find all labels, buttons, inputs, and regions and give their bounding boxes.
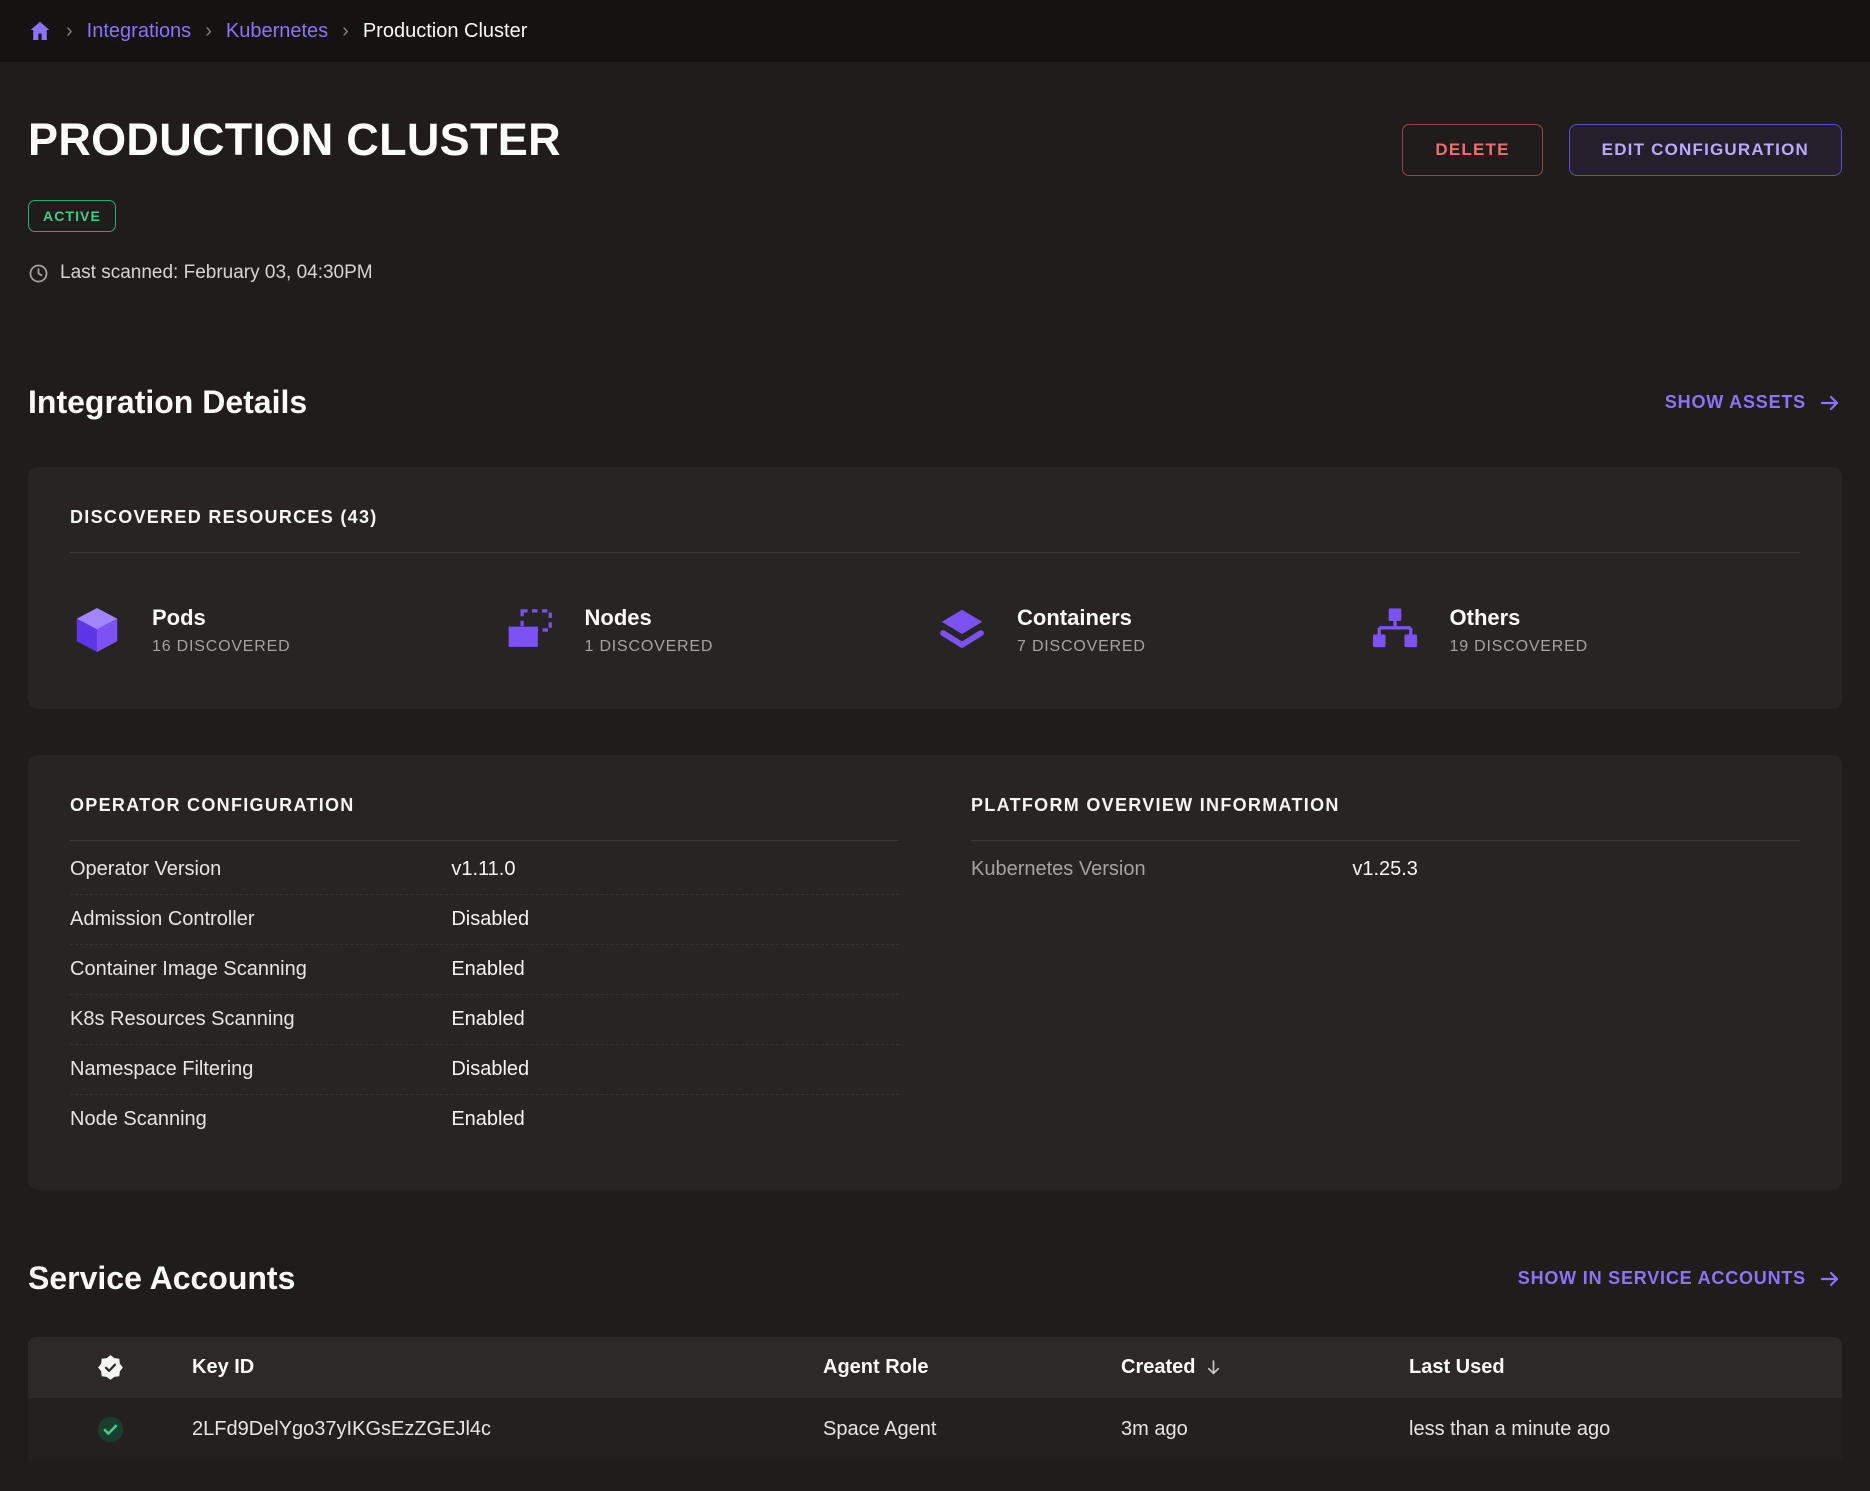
config-row: Admission Controller Disabled: [70, 895, 899, 945]
arrow-right-icon: [1818, 1267, 1842, 1291]
divider: [70, 552, 1800, 553]
check-circle-icon: [96, 1415, 125, 1444]
breadcrumb-separator: ›: [342, 20, 349, 43]
config-row: Namespace Filtering Disabled: [70, 1045, 899, 1095]
cell-created: 3m ago: [1121, 1418, 1409, 1441]
breadcrumb-link-kubernetes[interactable]: Kubernetes: [226, 20, 328, 43]
resource-count: 1 DISCOVERED: [585, 638, 714, 656]
integration-details-header: Integration Details SHOW ASSETS: [28, 384, 1842, 421]
delete-button[interactable]: DELETE: [1402, 124, 1542, 176]
divider: [971, 840, 1800, 841]
platform-overview-rows: Kubernetes Version v1.25.3: [971, 845, 1800, 894]
discovered-resources-card: DISCOVERED RESOURCES (43) Pods 16 DISCOV…: [28, 467, 1842, 709]
configuration-card: OPERATOR CONFIGURATION Operator Version …: [28, 755, 1842, 1190]
table-header-row: Key ID Agent Role Created Last Used: [28, 1337, 1842, 1397]
page-content: PRODUCTION CLUSTER DELETE EDIT CONFIGURA…: [0, 114, 1870, 1491]
operator-configuration-rows: Operator Version v1.11.0 Admission Contr…: [70, 845, 899, 1144]
page-title: PRODUCTION CLUSTER: [28, 114, 561, 166]
containers-icon: [935, 603, 989, 657]
clock-icon: [28, 263, 49, 284]
cell-key-id: 2LFd9DelYgo37yIKGsEzZGEJl4c: [192, 1418, 823, 1441]
others-icon: [1368, 603, 1422, 657]
breadcrumb-separator: ›: [66, 20, 73, 43]
resource-count: 16 DISCOVERED: [152, 638, 290, 656]
table-header-created[interactable]: Created: [1121, 1356, 1409, 1379]
config-value: Enabled: [451, 958, 899, 981]
platform-overview-title: PLATFORM OVERVIEW INFORMATION: [971, 795, 1800, 816]
badge-icon: [97, 1354, 124, 1381]
table-header-created-label: Created: [1121, 1356, 1195, 1379]
resource-nodes: Nodes 1 DISCOVERED: [503, 603, 936, 657]
table-header-last-used: Last Used: [1409, 1356, 1842, 1379]
config-label: Container Image Scanning: [70, 958, 451, 981]
resource-others: Others 19 DISCOVERED: [1368, 603, 1801, 657]
service-accounts-table: Key ID Agent Role Created Last Used 2LFd: [28, 1337, 1842, 1461]
platform-overview: PLATFORM OVERVIEW INFORMATION Kubernetes…: [971, 795, 1800, 894]
table-row[interactable]: 2LFd9DelYgo37yIKGsEzZGEJl4c Space Agent …: [28, 1397, 1842, 1461]
config-row: K8s Resources Scanning Enabled: [70, 995, 899, 1045]
config-label: Node Scanning: [70, 1108, 451, 1131]
divider: [70, 840, 899, 841]
edit-configuration-button[interactable]: EDIT CONFIGURATION: [1569, 124, 1842, 176]
discovered-resources-title: DISCOVERED RESOURCES (43): [70, 507, 1800, 528]
row-status-cell: [28, 1415, 192, 1444]
config-label: Kubernetes Version: [971, 858, 1352, 881]
badge-column-header: [28, 1354, 192, 1381]
show-assets-link[interactable]: SHOW ASSETS: [1665, 391, 1842, 415]
home-icon[interactable]: [28, 19, 52, 43]
config-label: Admission Controller: [70, 908, 451, 931]
config-value: v1.11.0: [451, 858, 899, 881]
config-label: Operator Version: [70, 858, 451, 881]
service-accounts-title: Service Accounts: [28, 1260, 295, 1297]
arrow-right-icon: [1818, 391, 1842, 415]
page-header: PRODUCTION CLUSTER DELETE EDIT CONFIGURA…: [28, 114, 1842, 176]
resource-name: Containers: [1017, 605, 1146, 631]
cell-agent-role: Space Agent: [823, 1418, 1121, 1441]
config-label: Namespace Filtering: [70, 1058, 451, 1081]
show-in-service-accounts-label: SHOW IN SERVICE ACCOUNTS: [1518, 1268, 1806, 1289]
cell-last-used: less than a minute ago: [1409, 1418, 1842, 1441]
status-badge: ACTIVE: [28, 200, 116, 232]
config-value: Disabled: [451, 1058, 899, 1081]
show-assets-label: SHOW ASSETS: [1665, 392, 1806, 413]
table-header-agent-role: Agent Role: [823, 1356, 1121, 1379]
header-buttons: DELETE EDIT CONFIGURATION: [1402, 124, 1842, 176]
resource-count: 19 DISCOVERED: [1450, 638, 1588, 656]
resource-text: Nodes 1 DISCOVERED: [585, 605, 714, 656]
last-scanned-text: Last scanned: February 03, 04:30PM: [60, 262, 373, 284]
operator-configuration-title: OPERATOR CONFIGURATION: [70, 795, 899, 816]
config-value: Enabled: [451, 1108, 899, 1131]
pods-icon: [70, 603, 124, 657]
config-row: Node Scanning Enabled: [70, 1095, 899, 1144]
breadcrumb: › Integrations › Kubernetes › Production…: [0, 0, 1870, 62]
resource-name: Others: [1450, 605, 1588, 631]
table-header-key-id: Key ID: [192, 1356, 823, 1379]
config-label: K8s Resources Scanning: [70, 1008, 451, 1031]
config-row: Container Image Scanning Enabled: [70, 945, 899, 995]
breadcrumb-link-integrations[interactable]: Integrations: [87, 20, 192, 43]
resource-name: Pods: [152, 605, 290, 631]
operator-configuration: OPERATOR CONFIGURATION Operator Version …: [70, 795, 899, 1144]
service-accounts-header: Service Accounts SHOW IN SERVICE ACCOUNT…: [28, 1260, 1842, 1297]
sort-descending-icon: [1204, 1358, 1223, 1377]
nodes-icon: [503, 603, 557, 657]
resource-name: Nodes: [585, 605, 714, 631]
breadcrumb-separator: ›: [205, 20, 212, 43]
config-value: Disabled: [451, 908, 899, 931]
resource-text: Containers 7 DISCOVERED: [1017, 605, 1146, 656]
config-value: Enabled: [451, 1008, 899, 1031]
config-value: v1.25.3: [1352, 858, 1800, 881]
integration-details-title: Integration Details: [28, 384, 307, 421]
resource-pods: Pods 16 DISCOVERED: [70, 603, 503, 657]
config-row: Kubernetes Version v1.25.3: [971, 845, 1800, 894]
resource-containers: Containers 7 DISCOVERED: [935, 603, 1368, 657]
resources-grid: Pods 16 DISCOVERED Nodes 1 DISCOVERED: [70, 603, 1800, 657]
last-scanned-row: Last scanned: February 03, 04:30PM: [28, 262, 1842, 284]
resource-text: Others 19 DISCOVERED: [1450, 605, 1588, 656]
resource-count: 7 DISCOVERED: [1017, 638, 1146, 656]
breadcrumb-current: Production Cluster: [363, 20, 528, 43]
resource-text: Pods 16 DISCOVERED: [152, 605, 290, 656]
show-in-service-accounts-link[interactable]: SHOW IN SERVICE ACCOUNTS: [1518, 1267, 1842, 1291]
config-row: Operator Version v1.11.0: [70, 845, 899, 895]
